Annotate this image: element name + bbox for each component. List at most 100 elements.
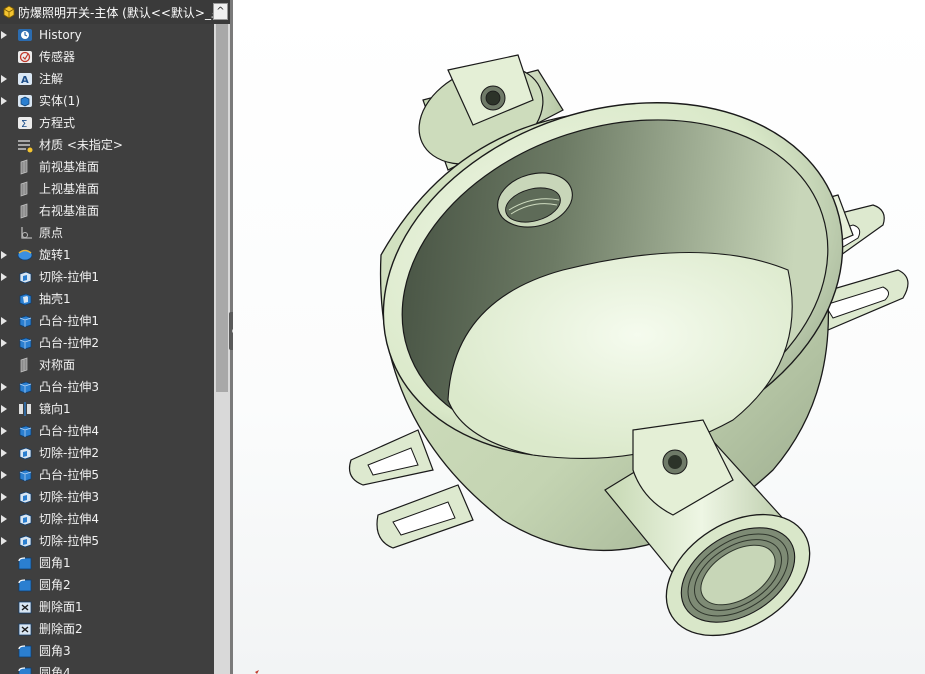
tree-item-21[interactable]: 切除-拉伸3 — [0, 486, 214, 508]
tree-item-label: 凸台-拉伸5 — [39, 468, 99, 482]
expand-arrow-icon[interactable] — [0, 508, 8, 530]
tree-item-label: 切除-拉伸5 — [39, 534, 99, 548]
tree-item-label: 对称面 — [39, 358, 76, 372]
origin-marker-icon — [255, 670, 259, 674]
tree-item-label: 凸台-拉伸3 — [39, 380, 99, 394]
collapse-button[interactable]: ^ — [213, 3, 228, 20]
plane-icon — [16, 357, 34, 373]
tree-item-10[interactable]: 旋转1 — [0, 244, 214, 266]
origin-icon — [16, 225, 34, 241]
expand-arrow-icon[interactable] — [0, 420, 8, 442]
feature-tree-list: History 传感器 A 注解实体(1) Σ 方程式材质 <未指定> 前视基准面上视基准面… — [0, 24, 214, 674]
tree-item-25[interactable]: 圆角2 — [0, 574, 214, 596]
tree-item-5[interactable]: 材质 <未指定> — [0, 134, 214, 156]
tree-item-23[interactable]: 切除-拉伸5 — [0, 530, 214, 552]
history-icon — [16, 27, 34, 43]
tree-item-label: 圆角3 — [39, 644, 71, 658]
expand-arrow-icon[interactable] — [0, 68, 8, 90]
mirror-icon — [16, 401, 34, 417]
graphics-viewport[interactable] — [233, 0, 925, 674]
boss-extrude-icon — [16, 335, 34, 351]
tree-item-0[interactable]: History — [0, 24, 214, 46]
document-title: 防爆照明开关-主体 (默认<<默认>_显示状态 1>) — [18, 5, 214, 20]
expand-arrow-icon[interactable] — [0, 376, 8, 398]
cut-extrude-icon — [16, 489, 34, 505]
delete-face-icon — [16, 599, 34, 615]
cut-extrude-icon — [16, 511, 34, 527]
model-render — [255, 54, 909, 674]
tree-item-label: 材质 <未指定> — [39, 138, 123, 152]
tree-item-22[interactable]: 切除-拉伸4 — [0, 508, 214, 530]
tree-item-label: 右视基准面 — [39, 204, 100, 218]
tree-item-15[interactable]: 对称面 — [0, 354, 214, 376]
part-icon — [3, 5, 15, 19]
tree-item-20[interactable]: 凸台-拉伸5 — [0, 464, 214, 486]
expand-arrow-icon[interactable] — [0, 486, 8, 508]
chevron-up-icon: ^ — [216, 6, 225, 17]
scrollbar-thumb[interactable] — [216, 24, 228, 392]
boss-extrude-icon — [16, 467, 34, 483]
tree-item-27[interactable]: 删除面2 — [0, 618, 214, 640]
tree-item-label: 镜向1 — [39, 402, 71, 416]
cut-extrude-icon — [16, 445, 34, 461]
expand-arrow-icon[interactable] — [0, 530, 8, 552]
expand-arrow-icon[interactable] — [0, 266, 8, 288]
fillet-icon — [16, 665, 34, 674]
tree-header[interactable]: 防爆照明开关-主体 (默认<<默认>_显示状态 1>) ^ — [0, 0, 230, 24]
tree-item-label: 注解 — [39, 72, 64, 86]
tree-item-label: 圆角2 — [39, 578, 71, 592]
tree-item-18[interactable]: 凸台-拉伸4 — [0, 420, 214, 442]
boss-extrude-icon — [16, 313, 34, 329]
tree-item-label: 删除面2 — [39, 622, 83, 636]
tree-item-2[interactable]: A 注解 — [0, 68, 214, 90]
tree-item-13[interactable]: 凸台-拉伸1 — [0, 310, 214, 332]
tree-item-16[interactable]: 凸台-拉伸3 — [0, 376, 214, 398]
expand-arrow-icon[interactable] — [0, 464, 8, 486]
expand-arrow-icon[interactable] — [0, 398, 8, 420]
equations-icon: Σ — [16, 115, 34, 131]
tree-item-29[interactable]: 圆角4 — [0, 662, 214, 674]
feature-manager-tree: History 传感器 A 注解实体(1) Σ 方程式材质 <未指定> 前视基准面上视基准面… — [0, 0, 214, 674]
tree-item-label: 传感器 — [39, 50, 76, 64]
tree-item-12[interactable]: 抽壳1 — [0, 288, 214, 310]
tree-item-6[interactable]: 前视基准面 — [0, 156, 214, 178]
expand-arrow-icon[interactable] — [0, 332, 8, 354]
expand-arrow-icon[interactable] — [0, 24, 8, 46]
tree-item-label: History — [39, 28, 82, 42]
tree-item-17[interactable]: 镜向1 — [0, 398, 214, 420]
plane-icon — [16, 181, 34, 197]
expand-arrow-icon[interactable] — [0, 442, 8, 464]
tree-item-label: 切除-拉伸1 — [39, 270, 99, 284]
tree-item-1[interactable]: 传感器 — [0, 46, 214, 68]
tree-item-9[interactable]: 原点 — [0, 222, 214, 244]
fillet-icon — [16, 577, 34, 593]
tree-item-4[interactable]: Σ 方程式 — [0, 112, 214, 134]
tree-item-24[interactable]: 圆角1 — [0, 552, 214, 574]
fillet-icon — [16, 643, 34, 659]
expand-arrow-icon[interactable] — [0, 310, 8, 332]
tree-item-label: 上视基准面 — [39, 182, 100, 196]
tree-item-label: 方程式 — [39, 116, 76, 130]
expand-arrow-icon[interactable] — [0, 90, 8, 112]
tree-item-label: 凸台-拉伸2 — [39, 336, 99, 350]
tree-item-8[interactable]: 右视基准面 — [0, 200, 214, 222]
tree-item-28[interactable]: 圆角3 — [0, 640, 214, 662]
plane-icon — [16, 159, 34, 175]
solid-bodies-icon — [16, 93, 34, 109]
tree-item-14[interactable]: 凸台-拉伸2 — [0, 332, 214, 354]
tree-item-label: 原点 — [39, 226, 64, 240]
tree-item-7[interactable]: 上视基准面 — [0, 178, 214, 200]
tree-item-11[interactable]: 切除-拉伸1 — [0, 266, 214, 288]
tree-item-label: 切除-拉伸3 — [39, 490, 99, 504]
svg-text:Σ: Σ — [21, 119, 27, 130]
tree-item-label: 凸台-拉伸1 — [39, 314, 99, 328]
expand-arrow-icon[interactable] — [0, 244, 8, 266]
material-icon — [16, 137, 34, 153]
fillet-icon — [16, 555, 34, 571]
tree-item-19[interactable]: 切除-拉伸2 — [0, 442, 214, 464]
tree-item-3[interactable]: 实体(1) — [0, 90, 214, 112]
shell-icon — [16, 291, 34, 307]
tree-scrollbar[interactable] — [214, 24, 230, 674]
svg-text:A: A — [21, 75, 29, 86]
tree-item-26[interactable]: 删除面1 — [0, 596, 214, 618]
